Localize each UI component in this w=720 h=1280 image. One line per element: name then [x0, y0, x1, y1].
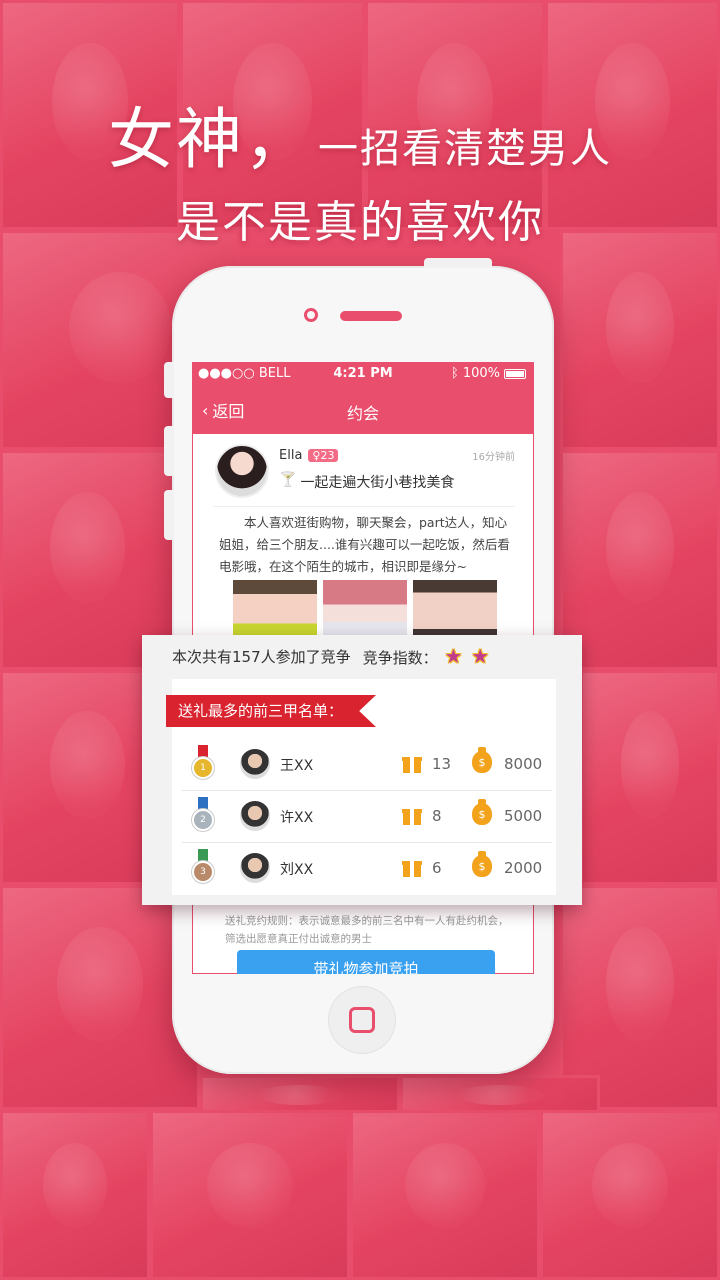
age-value: 23 [320, 449, 335, 462]
battery-percent: 100% [462, 366, 500, 381]
rank-name: 王XX [280, 758, 314, 774]
gift-icon [402, 857, 422, 877]
gold-medal-icon: 1 [192, 745, 214, 779]
status-bar: ●●●○○ BELL 4:21 PM ᛒ 100% [192, 362, 534, 386]
avatar[interactable] [215, 444, 269, 498]
cocktail-icon: 🍸 [279, 472, 297, 488]
divider [213, 506, 515, 507]
index-label: 竞争指数： [362, 649, 438, 667]
earpiece-speaker [340, 311, 402, 321]
headline-main: 女神， [108, 101, 312, 178]
coin-amount: 2000 [504, 859, 543, 877]
mute-switch [164, 362, 174, 398]
competition-index: 竞争指数： ★ ★ [363, 645, 492, 668]
headline-line1: 女神， 一招看清楚男人 [0, 86, 720, 182]
money-bag-icon: $ [472, 851, 492, 877]
nav-bar: ‹ 返回 约会 [192, 386, 534, 434]
post-timestamp: 16分钟前 [472, 452, 515, 463]
gift-count: 6 [432, 859, 442, 877]
silver-medal-icon: 2 [192, 797, 214, 831]
battery-icon [504, 368, 526, 379]
join-auction-button[interactable]: 带礼物参加竞拍 [237, 950, 495, 974]
app-header: ●●●○○ BELL 4:21 PM ᛒ 100% ‹ 返回 约会 [192, 362, 534, 434]
rank-row[interactable]: 2 许XX 8 $ 5000 [182, 791, 552, 843]
top-three-list: 送礼最多的前三甲名单： 1 王XX 13 $ 8000 2 许XX 8 $ 50… [166, 679, 556, 895]
rank-name: 许XX [280, 810, 314, 826]
volume-down-button [164, 490, 174, 540]
page-title: 约会 [346, 404, 379, 423]
rank-row[interactable]: 1 王XX 13 $ 8000 [182, 739, 552, 791]
avatar[interactable] [240, 853, 270, 883]
post-topic: 🍸 一起走遍大街小巷找美食 [279, 472, 454, 492]
battery-status: ᛒ 100% [451, 366, 526, 381]
rank-row[interactable]: 3 刘XX 6 $ 2000 [182, 843, 552, 895]
star-icon: ★ [444, 644, 463, 668]
competition-panel: 本次共有157人参加了竞争 竞争指数： ★ ★ 送礼最多的前三甲名单： 1 王X… [142, 635, 582, 905]
power-button [424, 258, 492, 268]
home-button[interactable] [328, 986, 396, 1054]
volume-up-button [164, 426, 174, 476]
gift-icon [402, 805, 422, 825]
avatar[interactable] [240, 749, 270, 779]
poster-name: Ella [279, 448, 303, 463]
money-bag-icon: $ [472, 799, 492, 825]
competition-summary: 本次共有157人参加了竞争 竞争指数： ★ ★ [172, 645, 491, 668]
bluetooth-icon: ᛒ [451, 366, 459, 381]
post-header: Ella ♀23 16分钟前 🍸 一起走遍大街小巷找美食 [215, 444, 515, 500]
top-three-ribbon: 送礼最多的前三甲名单： [166, 695, 376, 727]
age-badge: ♀23 [308, 449, 339, 462]
rules-text: 送礼竞约规则：表示诚意最多的前三名中有一人有赴约机会，筛选出愿意真正付出诚意的男… [225, 915, 509, 945]
rank-name: 刘XX [280, 862, 314, 878]
coin-amount: 8000 [504, 755, 543, 773]
bronze-medal-icon: 3 [192, 849, 214, 883]
headline-rest: 一招看清楚男人 [318, 126, 612, 172]
star-icon: ★ [471, 644, 490, 668]
gift-count: 13 [432, 755, 452, 773]
coin-amount: 5000 [504, 807, 543, 825]
post-body: 本人喜欢逛街购物，聊天聚会，part达人，知心姐姐，给三个朋友....谁有兴趣可… [219, 515, 510, 574]
home-square-icon [349, 1007, 375, 1033]
gift-count: 8 [432, 807, 442, 825]
participant-count-text: 本次共有157人参加了竞争 [172, 648, 351, 666]
headline-line2: 是不是真的喜欢你 [176, 197, 544, 248]
money-bag-icon: $ [472, 747, 492, 773]
front-camera [304, 308, 318, 322]
gift-icon [402, 753, 422, 773]
poster-info: Ella ♀23 [279, 448, 339, 463]
avatar[interactable] [240, 801, 270, 831]
topic-text: 一起走遍大街小巷找美食 [300, 475, 455, 491]
